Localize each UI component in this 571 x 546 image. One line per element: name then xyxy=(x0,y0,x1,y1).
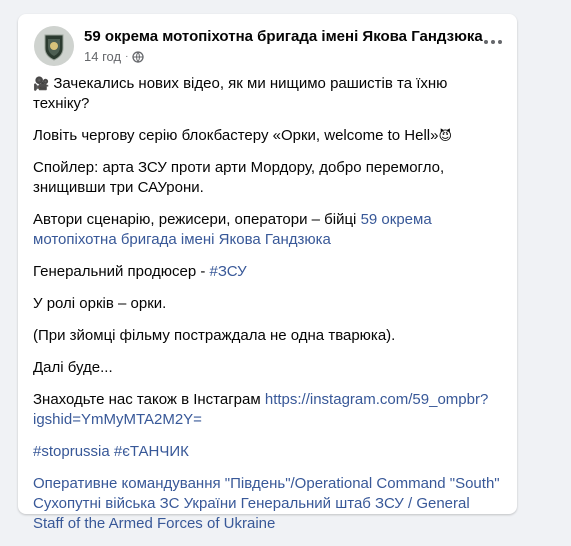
page-name-link[interactable]: 59 окрема мотопіхотна бригада імені Яков… xyxy=(84,28,483,45)
post-line: (При зйомці фільму постраждала не одна т… xyxy=(33,327,396,344)
post-line: 🎥 Зачекались нових відео, як ми нищимо р… xyxy=(33,75,448,112)
post-line: Генеральний продюсер - #ЗСУ xyxy=(33,263,247,280)
globe-icon xyxy=(132,50,145,63)
post-line: Спойлер: арта ЗСУ проти арти Мордору, до… xyxy=(33,159,445,196)
post-line: Оперативне командування "Південь"/Operat… xyxy=(33,474,503,534)
post-line: Далі буде... xyxy=(33,359,113,376)
separator-dot: · xyxy=(125,51,129,62)
hashtags-link[interactable]: #stoprussia #єТАНЧИК xyxy=(33,443,189,460)
post-line: Автори сценарію, режисери, оператори – б… xyxy=(33,211,432,248)
post-header: 59 окрема мотопіхотна бригада імені Яков… xyxy=(18,14,517,74)
video-camera-icon: 🎥 xyxy=(33,76,50,91)
post-line: #stoprussia #єТАНЧИК xyxy=(33,442,503,462)
post-line: У ролі орків – орки. xyxy=(33,295,167,312)
more-options-icon[interactable] xyxy=(481,32,505,52)
post-line: Ловіть чергову серію блокбастеру «Орки, … xyxy=(33,127,453,144)
devil-emoji-icon: 😈 xyxy=(438,128,453,143)
post-text: 🎥 Зачекались нових відео, як ми нищимо р… xyxy=(33,74,503,546)
hashtag-zsu-link[interactable]: #ЗСУ xyxy=(210,263,247,280)
post-card: 59 окрема мотопіхотна бригада імені Яков… xyxy=(18,14,517,532)
post-line: Знаходьте нас також в Інстаграм https://… xyxy=(33,391,489,428)
tagged-pages-links[interactable]: Оперативне командування "Південь"/Operat… xyxy=(33,475,500,532)
post-meta: 14 год · xyxy=(84,49,145,64)
page-avatar[interactable] xyxy=(34,26,74,66)
post-time[interactable]: 14 год xyxy=(84,49,121,64)
brigade-emblem-icon xyxy=(34,26,74,66)
